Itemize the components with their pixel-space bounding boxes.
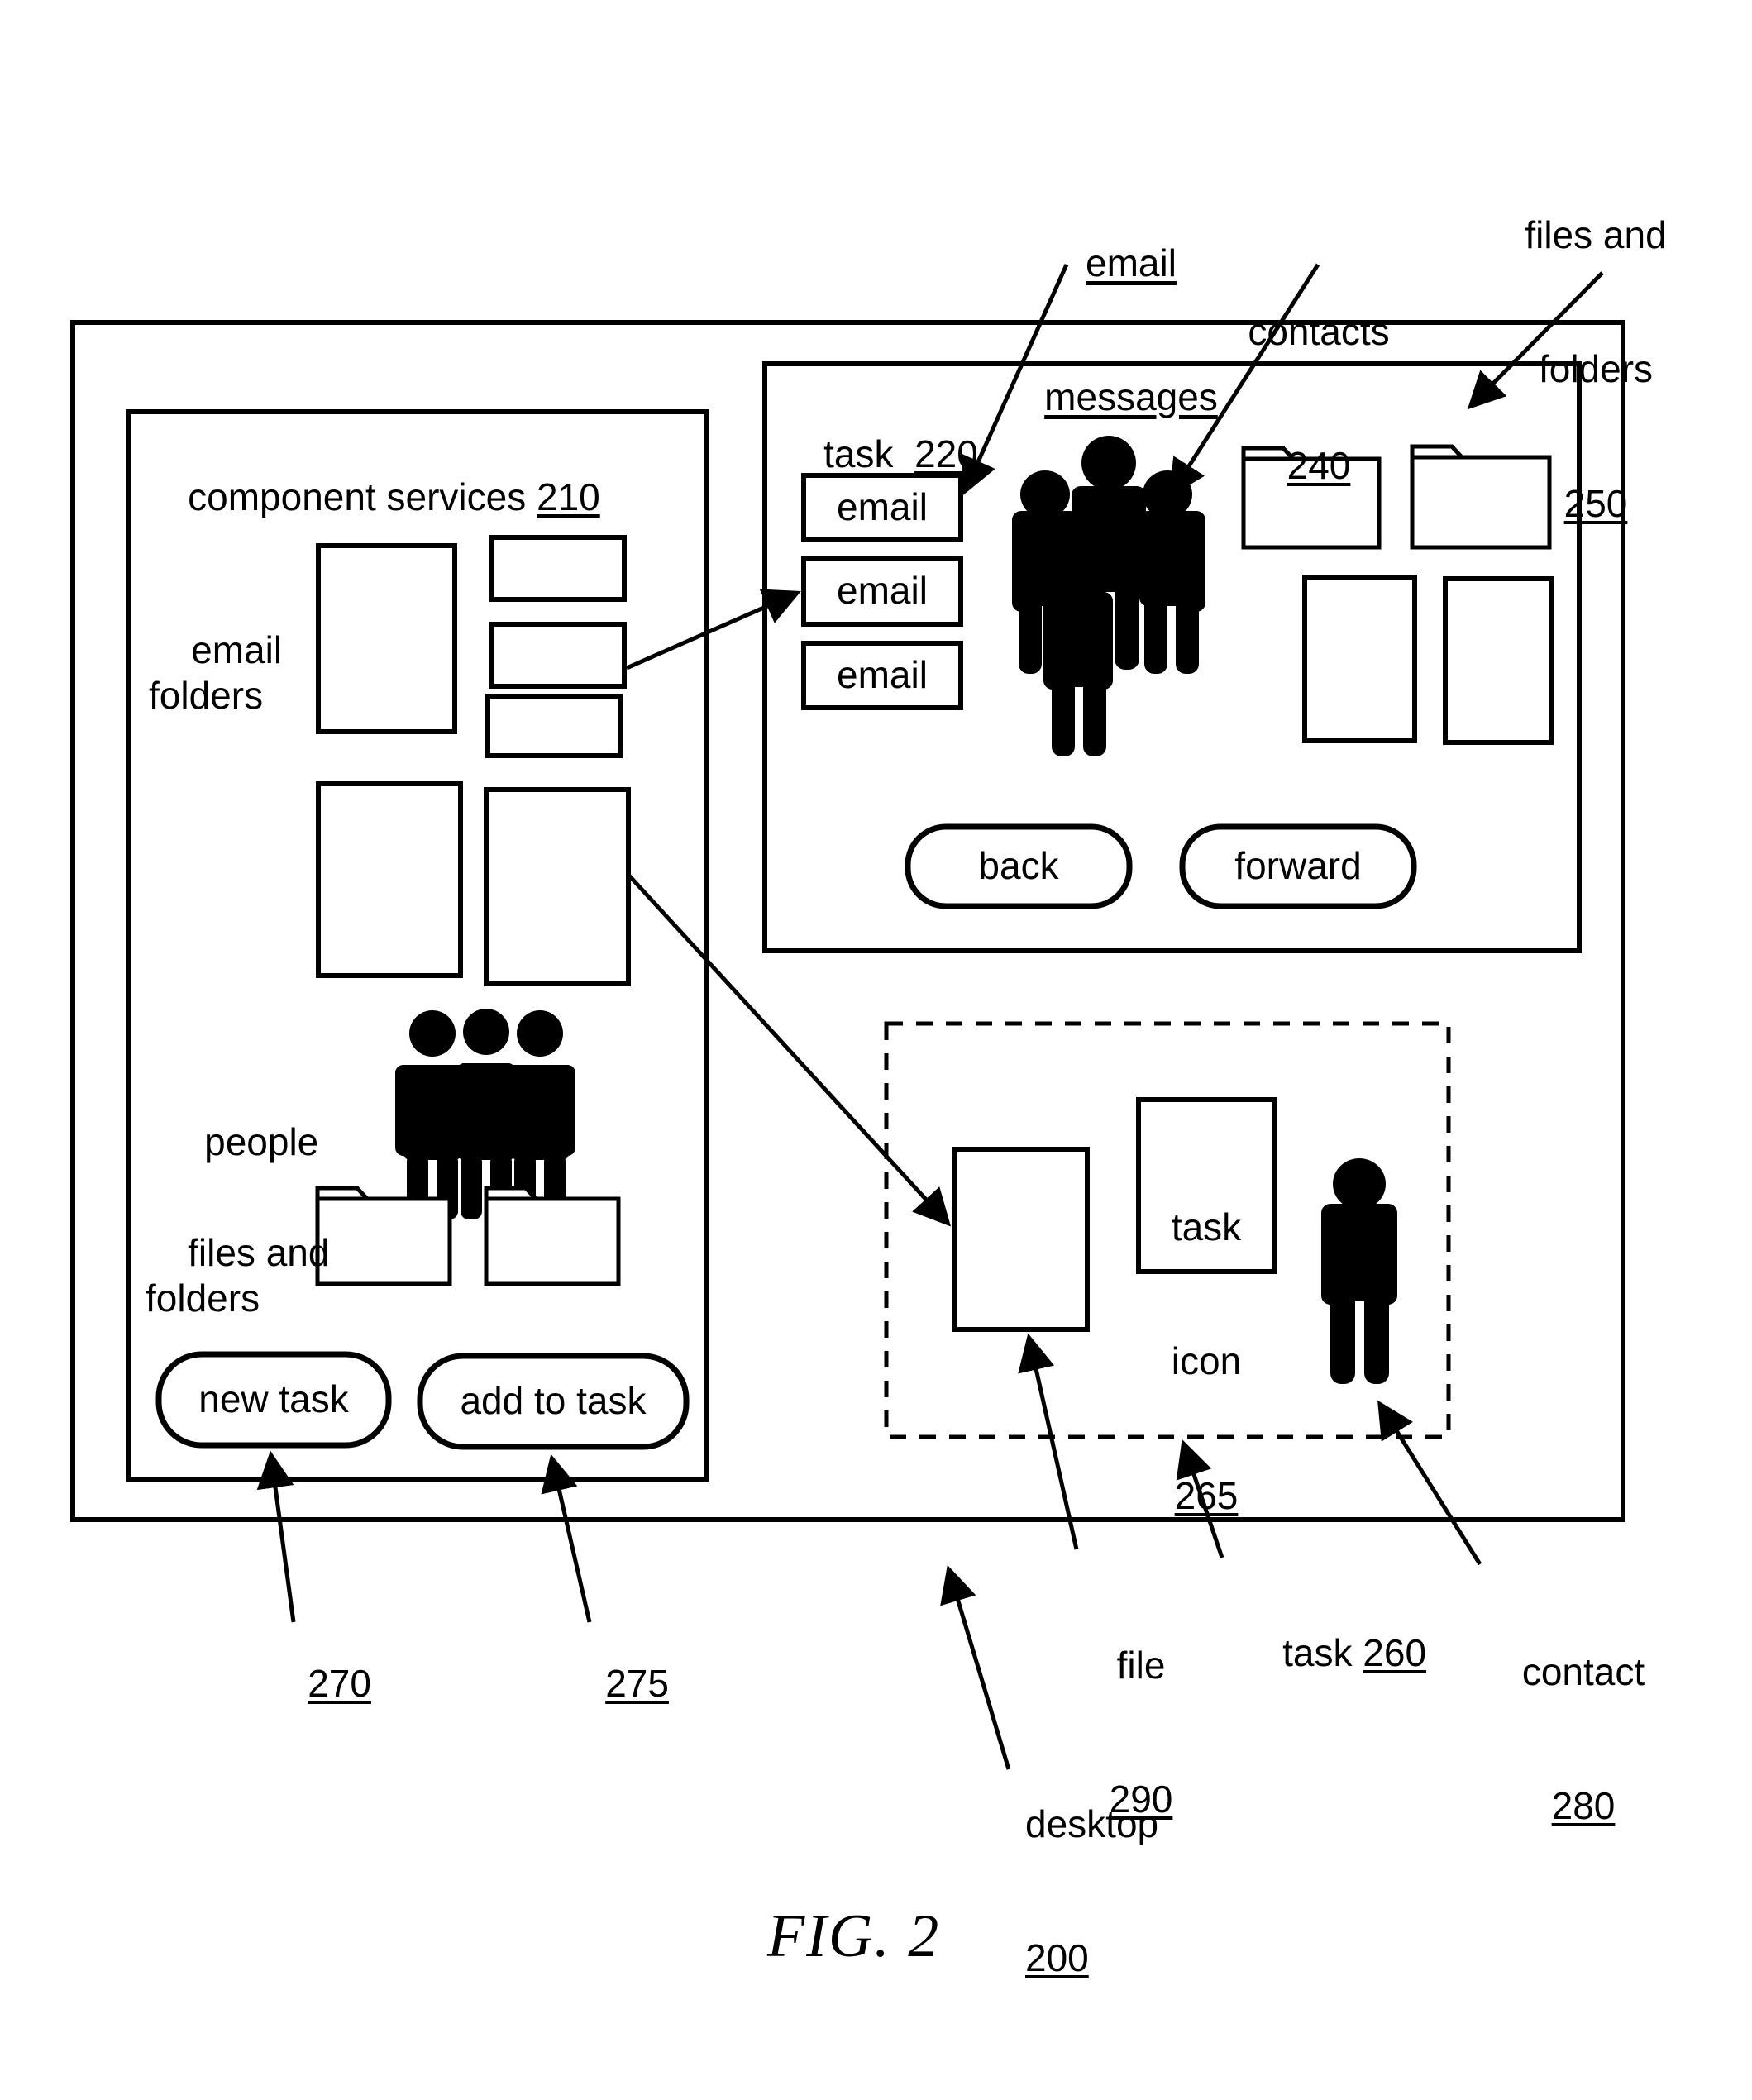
callout-desktop: desktop 200 (1025, 1711, 1158, 2070)
callout-task-260-ref: 260 (1363, 1631, 1427, 1675)
people-label-text: people (204, 1120, 319, 1164)
forward-button-label: forward (1234, 844, 1362, 888)
task-icon-line2: icon (1171, 1339, 1242, 1383)
file-doc-task-1[interactable] (1302, 575, 1417, 743)
leader-desktop (940, 1564, 1011, 1770)
email-item-1-label-wrap[interactable]: email (804, 475, 961, 540)
callout-email-messages: email messages 230 (1015, 150, 1247, 644)
callout-email-messages-line1: email (1086, 241, 1177, 284)
files-and-folders-label-text: files and folders (146, 1231, 330, 1320)
email-item-3-label-wrap[interactable]: email (804, 643, 961, 708)
callout-email-messages-line2: messages (1044, 375, 1218, 419)
callout-contacts: contacts 240 (1215, 219, 1422, 578)
folder-icon-cs-1[interactable] (315, 1186, 452, 1286)
email-folder-doc-large-3[interactable] (484, 787, 631, 986)
callout-task-260-line1: task (1282, 1631, 1353, 1675)
callout-contact-280: contact 280 (1488, 1559, 1678, 1918)
callout-contacts-ref: 240 (1287, 444, 1351, 488)
callout-files-and-folders-ref: 250 (1563, 482, 1628, 526)
callout-contacts-line1: contacts (1248, 309, 1390, 353)
new-task-button-label: new task (198, 1377, 349, 1421)
callout-task-260: task 260 (1240, 1586, 1426, 1721)
component-services-title: component services 210 (146, 430, 600, 565)
add-to-task-button[interactable]: add to task (420, 1356, 686, 1447)
ref-270-text: 270 (308, 1662, 371, 1706)
email-folder-doc-small-3[interactable] (485, 694, 623, 758)
files-and-folders-label: files and folders (146, 1186, 329, 1365)
ref-275: 275 (562, 1616, 670, 1751)
task-icon-ref: 265 (1174, 1474, 1239, 1518)
task-panel-ref: 220 (914, 432, 978, 476)
file-document[interactable] (952, 1147, 1090, 1332)
folder-icon-cs-2[interactable] (484, 1186, 621, 1286)
task-icon-line1: task (1171, 1205, 1242, 1248)
figure-caption: FIG. 2 (767, 1902, 941, 1970)
callout-desktop-ref: 200 (1025, 1936, 1089, 1980)
ref-275-text: 275 (605, 1662, 669, 1706)
component-services-title-text: component services (188, 475, 527, 519)
callout-contact-280-line1: contact (1521, 1649, 1645, 1693)
callout-file-line1: file (1116, 1643, 1166, 1687)
callout-files-and-folders: files and folders 250 (1488, 122, 1703, 616)
task-icon-label: task icon 265 (1139, 1114, 1274, 1608)
back-button-label: back (978, 844, 1059, 888)
email-item-2-label: email (837, 569, 928, 613)
email-folders-label-text: email folders (149, 628, 283, 717)
callout-email-messages-ref: 230 (1099, 510, 1163, 554)
figure-page: component services 210 email folders peo… (0, 0, 1752, 2100)
task-panel-label-text: task (823, 432, 894, 476)
new-task-button[interactable]: new task (159, 1354, 389, 1445)
component-services-ref: 210 (537, 475, 600, 519)
email-folder-doc-small-2[interactable] (489, 622, 627, 689)
callout-files-and-folders-line1: files and (1525, 212, 1667, 256)
add-to-task-button-label: add to task (460, 1379, 647, 1423)
email-folder-doc-large-1[interactable] (316, 543, 457, 734)
email-folder-doc-large-2[interactable] (316, 781, 463, 978)
forward-button[interactable]: forward (1182, 827, 1414, 906)
email-folders-label: email folders (149, 583, 282, 762)
callout-desktop-line1: desktop (1025, 1802, 1159, 1845)
callout-files-and-folders-line2: folders (1538, 347, 1654, 391)
callout-contact-280-ref: 280 (1551, 1784, 1616, 1828)
back-button[interactable]: back (908, 827, 1129, 906)
email-item-1-label: email (837, 485, 928, 529)
email-item-3-label: email (837, 653, 928, 697)
ref-270: 270 (265, 1616, 372, 1751)
email-item-2-label-wrap[interactable]: email (804, 558, 961, 624)
